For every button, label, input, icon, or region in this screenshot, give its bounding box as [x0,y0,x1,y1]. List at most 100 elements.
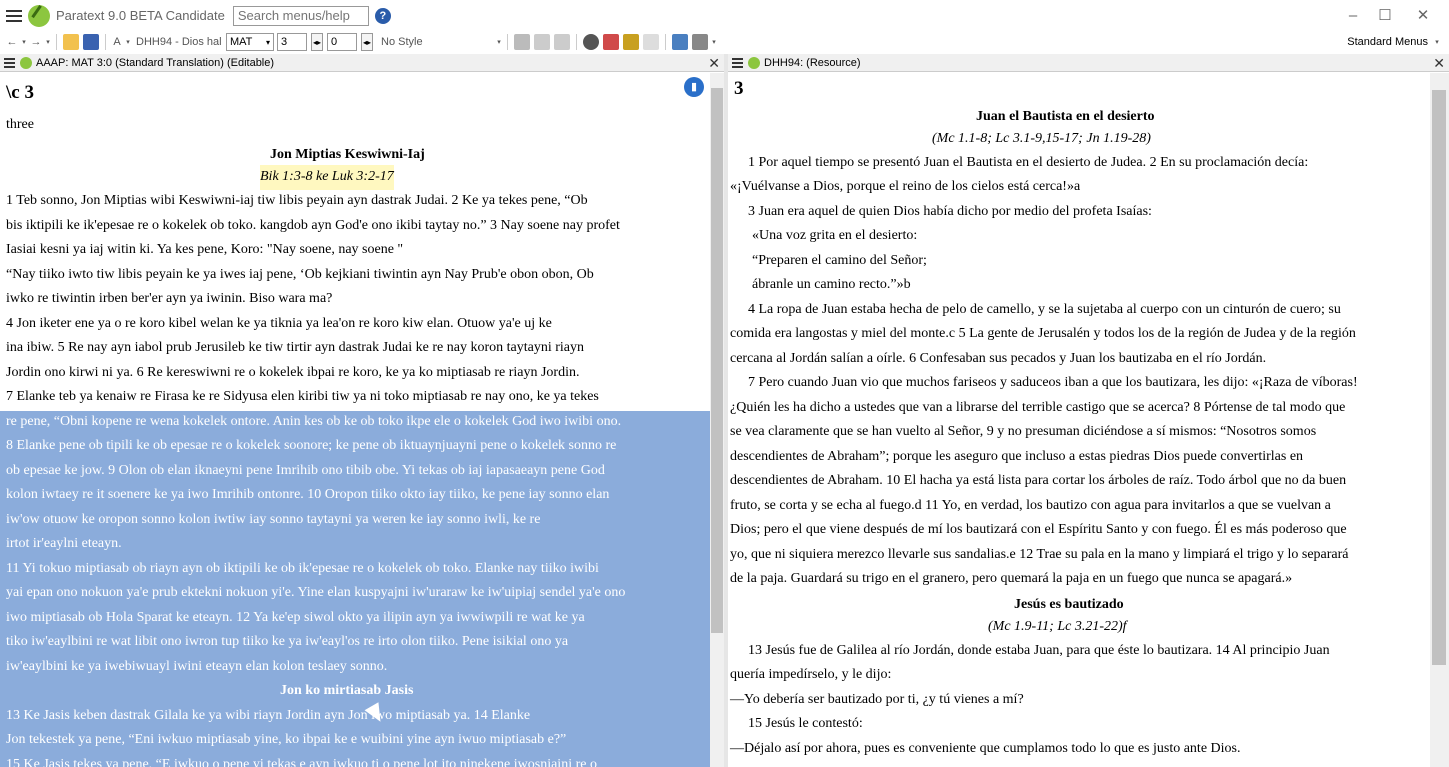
editor-text-area[interactable]: \c 3 three Jon Miptias Keswiwni-Iaj Bik … [0,73,710,767]
toolbar-divider [576,34,577,50]
text-line: 4 Jon iketer ene ya o re koro kibel wela… [6,316,552,331]
back-icon[interactable]: ← [4,33,20,51]
right-pane-header: DHH94: (Resource) ✕ [728,54,1449,72]
text-line: iw'eaylbini ke ya iwebiwuayl iwini eteay… [6,659,388,674]
close-pane-icon[interactable]: ✕ [1433,54,1445,72]
menu-style-selector[interactable]: Standard Menus [1338,33,1428,51]
text-line: —Déjalo así por ahora, pues es convenien… [730,741,1241,756]
help-icon[interactable]: ? [374,7,391,24]
text-line: kolon iwtaey re it soenere ke ya iwo Imr… [6,487,610,502]
text-line: «¡Vuélvanse a Dios, porque el reino de l… [730,179,1081,194]
close-window-button[interactable]: ✕ [1408,6,1438,26]
verse-prev-next-icon[interactable]: ◂▸ [361,33,373,51]
text-line: 11 Yi tokuo miptiasab ob riayn ayn ob ik… [6,561,599,576]
text-line: descendientes de Abraham. 10 El hacha ya… [730,473,1347,488]
text-line: “Nay tiiko iwto tiw libis peyain ke ya i… [6,267,594,282]
text-line: 15 Ke Jasis tekes ya pene, “E iwkuo o pe… [6,757,597,767]
text-line: 1 Por aquel tiempo se presentó Juan el B… [748,155,1309,170]
text-line: ob epesae ke jow. 9 Olon ob elan iknaeyn… [6,463,605,478]
text-line: descendientes de Abraham”; porque les as… [730,449,1304,464]
text-line: de la paja. Guardará su trigo en el gran… [730,571,1293,586]
parallel-reference: Bik 1:3-8 ke Luk 3:2-17 [260,165,394,190]
section-heading: Juan el Bautista en el desierto [976,109,1155,124]
save-icon[interactable] [83,34,99,50]
layout-dropdown-icon[interactable]: ▾ [710,33,718,51]
right-pane-title: DHH94: (Resource) [764,56,861,69]
style-dropdown-icon[interactable]: ▾ [495,33,503,51]
text-line: comida era langostas y miel del monte.c … [730,326,1356,341]
book-value: MAT [230,36,253,48]
section-heading: Jon Miptias Keswiwni-Iaj [270,147,425,162]
text-line: ¿Quién les ha dicho a ustedes que van a … [730,400,1346,415]
text-line: 7 Elanke teb ya kenaiw re Firasa ke re S… [6,389,599,404]
section-heading: Jon ko mirtiasab Jasis [280,683,414,698]
pane-menu-icon[interactable] [728,53,744,73]
section-heading: Jesús es bautizado [1014,597,1124,612]
font-icon[interactable]: A [110,33,124,51]
text-line: yai epan ono nokuon ya'e prub ektekni no… [6,585,626,600]
forward-dropdown-icon[interactable]: ▾ [44,33,52,51]
left-pane-title: AAAP: MAT 3:0 (Standard Translation) (Ed… [36,56,275,69]
chapter-marker: \c 3 [6,82,34,103]
main-menu-icon[interactable] [0,6,22,26]
toolbar-divider [56,34,57,50]
parallel-reference: (Mc 1.1-8; Lc 3.1-9,15-17; Jn 1.19-28) [932,131,1151,146]
toolbar-divider [507,34,508,50]
book-selector[interactable]: MAT ▾ [226,33,274,51]
layout-icon[interactable] [643,34,659,50]
text-line: Dios; pero el que viene después de mí lo… [730,522,1347,537]
text-line: Jon tekestek ya pene, “Eni iwkuo miptias… [6,732,567,747]
chapter-number: 3 [734,78,744,99]
left-scrollbar-thumb[interactable] [711,88,723,633]
cut-icon[interactable] [514,34,530,50]
book-dropdown-icon: ▾ [265,37,270,47]
toolbar-divider [665,34,666,50]
text-line: 8 Elanke pene ob tipili ke ob epesae re … [6,438,617,453]
project-progress-icon[interactable]: ▮ [684,77,704,97]
pane-menu-icon[interactable] [0,53,16,73]
text-line: irtot ir'eaylni eteayn. [6,536,122,551]
copy-icon[interactable] [534,34,550,50]
right-scrollbar-thumb[interactable] [1432,90,1446,665]
minimize-button[interactable]: – [1338,6,1368,26]
text-line: iw'ow otuow ke oropon sonno kolon iwtiw … [6,512,541,527]
text-line: 1 Teb sonno, Jon Miptias wibi Keswiwni-i… [6,193,588,208]
title-bar: Paratext 9.0 BETA Candidate ? – ☐ ✕ [0,0,1449,31]
checks-icon[interactable] [623,34,639,50]
font-dropdown-icon[interactable]: ▾ [124,33,132,51]
toolbar: ← ▾ → ▾ A ▾ DHH94 - Dios hal MAT ▾ 3 ◂▸ 0… [0,31,1449,53]
back-dropdown-icon[interactable]: ▾ [20,33,28,51]
open-folder-icon[interactable] [63,34,79,50]
menu-style-dropdown-icon[interactable]: ▾ [1432,33,1442,51]
chapter-prev-next-icon[interactable]: ◂▸ [311,33,323,51]
close-pane-icon[interactable]: ✕ [708,54,720,72]
resource-selector[interactable]: DHH94 - Dios hal [136,33,222,51]
text-line: “Preparen el camino del Señor; [752,253,927,268]
maximize-button[interactable]: ☐ [1370,6,1400,26]
send-receive-icon[interactable] [672,34,688,50]
text-line: 15 Jesús le contestó: [748,716,863,731]
find-icon[interactable] [583,34,599,50]
window-layout-icon[interactable] [692,34,708,50]
chapter-field[interactable]: 3 [277,33,307,51]
left-pane-header: AAAP: MAT 3:0 (Standard Translation) (Ed… [0,54,724,72]
text-line: Iasiai kesni ya iaj witin ki. Ya kes pen… [6,242,404,257]
text-line: yo, que ni siquiera merezco llevarle sus… [730,547,1349,562]
spelling-icon[interactable] [603,34,619,50]
text-line: quería impedírselo, y le dijo: [730,667,892,682]
text-line: ina ibiw. 5 Re nay ayn iabol prub Jerusi… [6,340,584,355]
resource-logo-icon [748,56,760,69]
paste-icon[interactable] [554,34,570,50]
text-line: se vea claramente que se han vuelto al S… [730,424,1317,439]
forward-icon[interactable]: → [28,33,44,51]
verse-field[interactable]: 0 [327,33,357,51]
text-line: cercana al Jordán salían a oírle. 6 Conf… [730,351,1267,366]
text-line: Jordin ono kirwi ni ya. 6 Re kereswiwni … [6,365,580,380]
search-menus-input[interactable] [232,5,369,26]
chapter-marker-line: \c 3 [6,81,34,108]
text-line: 13 Ke Jasis keben dastrak Gilala ke ya w… [6,708,531,723]
text-line: iwko re tiwintin irben ber'er ayn ya iwi… [6,291,333,306]
project-logo-icon [20,56,32,69]
style-selector[interactable]: No Style [381,33,491,51]
text-line: 4 La ropa de Juan estaba hecha de pelo d… [748,302,1341,317]
